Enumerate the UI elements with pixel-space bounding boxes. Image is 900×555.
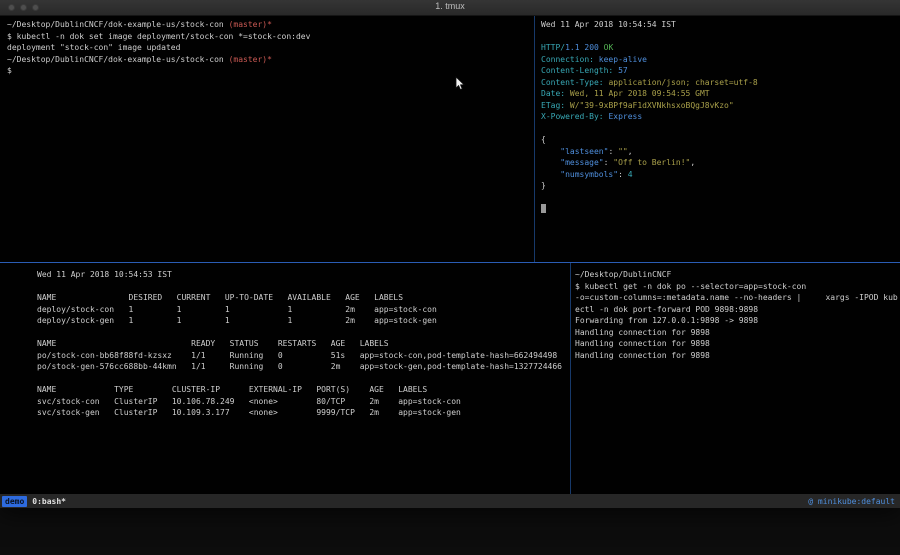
terminal-line: $ [7,65,531,77]
terminal-line: Content-Length: 57 [541,65,898,77]
terminal-line [541,31,898,43]
terminal-line [37,281,565,293]
pane-port-forward[interactable]: ~/Desktop/DublinCNCF$ kubectl get -n dok… [575,269,898,491]
terminal-line: "message": "Off to Berlin!", [541,157,898,169]
terminal-line: Content-Type: application/json; charset=… [541,77,898,89]
terminal-line: svc/stock-gen ClusterIP 10.109.3.177 <no… [37,407,565,419]
terminal-line [37,373,565,385]
terminal-line [37,327,565,339]
terminal-line: Handling connection for 9898 [575,327,898,339]
pane-divider-horizontal[interactable] [0,262,900,263]
terminal-line: X-Powered-By: Express [541,111,898,123]
pane-kubectl-watch-resources[interactable]: Wed 11 Apr 2018 10:54:53 IST NAME DESIRE… [37,269,565,491]
terminal-window: 1. tmux ~/Desktop/DublinCNCF/dok-example… [0,0,900,508]
tmux-status-bar: demo 0:bash* @ minikube:default [0,494,900,508]
terminal-line: deployment "stock-con" image updated [7,42,531,54]
terminal-line: Date: Wed, 11 Apr 2018 09:54:55 GMT [541,88,898,100]
pane-divider-vertical-bottom[interactable] [570,263,571,494]
tmux-terminal: ~/Desktop/DublinCNCF/dok-example-us/stoc… [0,16,900,494]
terminal-line: Forwarding from 127.0.0.1:9898 -> 9898 [575,315,898,327]
terminal-line: po/stock-gen-576cc688bb-44kmn 1/1 Runnin… [37,361,565,373]
mouse-cursor-icon [455,76,465,91]
pane-http-response[interactable]: Wed 11 Apr 2018 10:54:54 IST HTTP/1.1 20… [541,19,898,259]
terminal-line: Handling connection for 9898 [575,338,898,350]
terminal-line: $ kubectl -n dok set image deployment/st… [7,31,531,43]
desktop: 1. tmux ~/Desktop/DublinCNCF/dok-example… [0,0,900,555]
terminal-line: ectl -n dok port-forward POD 9898:9898 [575,304,898,316]
terminal-line: NAME DESIRED CURRENT UP-TO-DATE AVAILABL… [37,292,565,304]
window-title: 1. tmux [0,1,900,11]
terminal-line: ~/Desktop/DublinCNCF/dok-example-us/stoc… [7,54,531,66]
terminal-line: deploy/stock-con 1 1 1 1 2m app=stock-co… [37,304,565,316]
terminal-line [541,203,898,215]
terminal-line: ETag: W/"39-9xBPf9aF1dXVNkhsxoBQgJ8vKzo" [541,100,898,112]
kube-context-indicator: @ minikube:default [808,497,895,506]
terminal-line: Wed 11 Apr 2018 10:54:54 IST [541,19,898,31]
terminal-line: { [541,134,898,146]
terminal-line: po/stock-con-bb68f88fd-kzsxz 1/1 Running… [37,350,565,362]
window-label[interactable]: 0:bash* [32,497,66,506]
terminal-line [541,192,898,204]
terminal-line: $ kubectl get -n dok po --selector=app=s… [575,281,898,293]
terminal-line: Handling connection for 9898 [575,350,898,362]
terminal-line: "numsymbols": 4 [541,169,898,181]
terminal-line: ~/Desktop/DublinCNCF/dok-example-us/stoc… [7,19,531,31]
terminal-line: Wed 11 Apr 2018 10:54:53 IST [37,269,565,281]
terminal-line: ~/Desktop/DublinCNCF [575,269,898,281]
terminal-line: HTTP/1.1 200 OK [541,42,898,54]
terminal-line [541,123,898,135]
session-name-badge[interactable]: demo [2,496,27,507]
titlebar[interactable]: 1. tmux [0,0,900,16]
terminal-line: -o=custom-columns=:metadata.name --no-he… [575,292,898,304]
terminal-line: NAME READY STATUS RESTARTS AGE LABELS [37,338,565,350]
terminal-line: svc/stock-con ClusterIP 10.106.78.249 <n… [37,396,565,408]
terminal-line: Connection: keep-alive [541,54,898,66]
terminal-line: } [541,180,898,192]
pane-shell-kubectl-set-image[interactable]: ~/Desktop/DublinCNCF/dok-example-us/stoc… [7,19,531,259]
pane-divider-vertical-top[interactable] [534,16,535,262]
terminal-line: NAME TYPE CLUSTER-IP EXTERNAL-IP PORT(S)… [37,384,565,396]
terminal-line: "lastseen": "", [541,146,898,158]
terminal-line: deploy/stock-gen 1 1 1 1 2m app=stock-ge… [37,315,565,327]
